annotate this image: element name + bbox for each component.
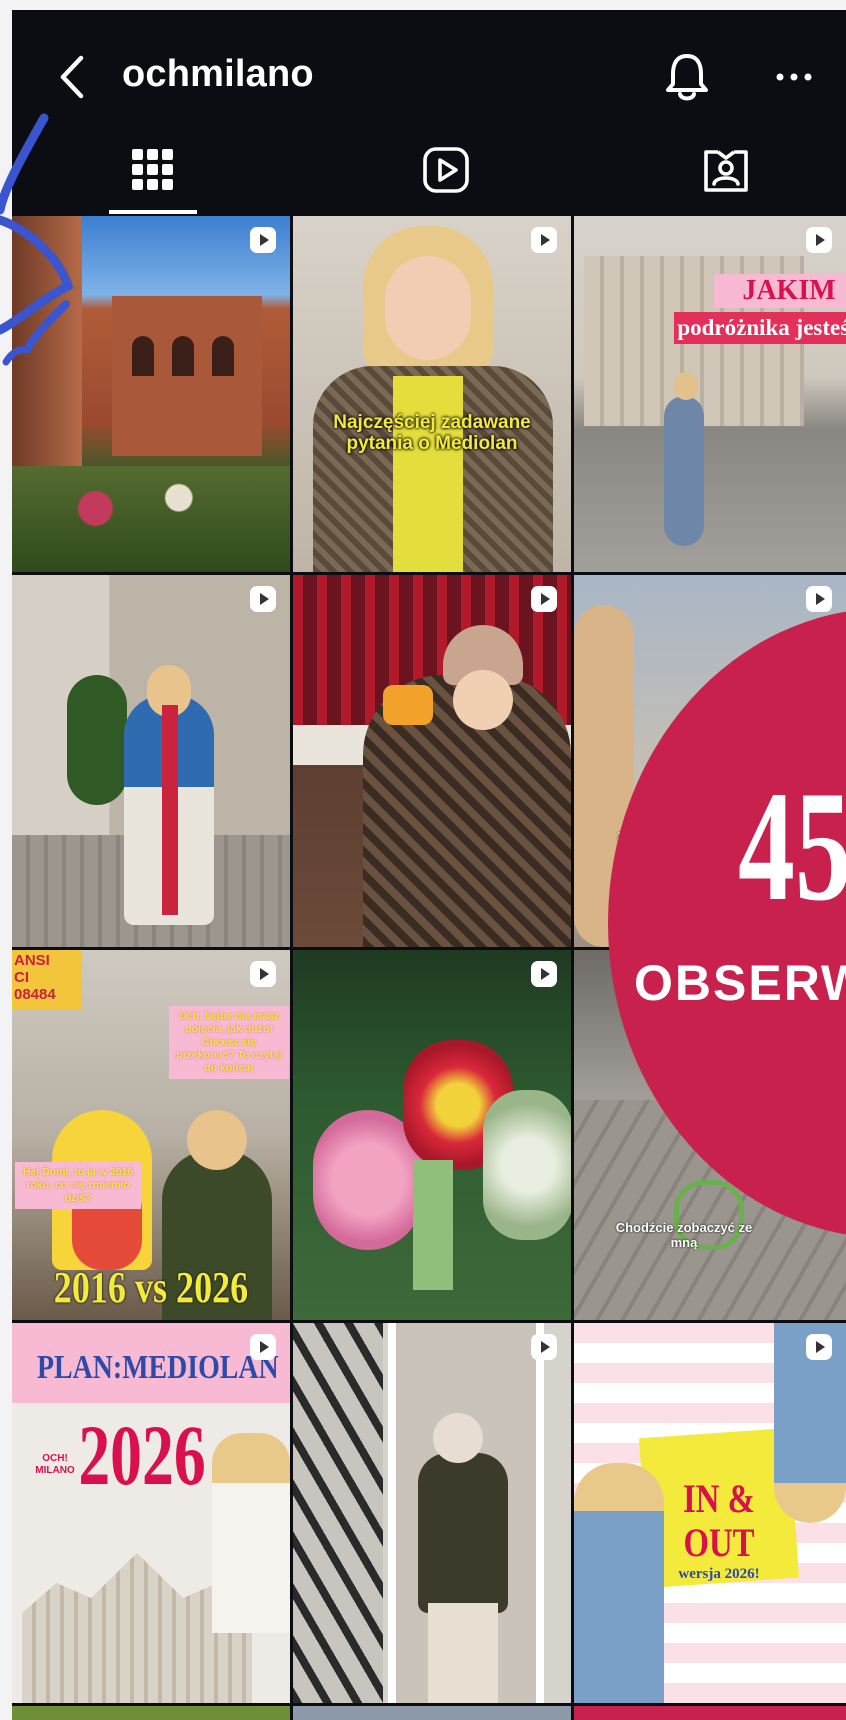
bell-icon: [666, 54, 708, 101]
post-caption-line-1: JAKIM TYPEM: [714, 274, 846, 340]
post-caption-line-1: IN &: [683, 1476, 755, 1521]
post-tile-next-row[interactable]: [293, 1706, 571, 1720]
follower-count: 45: [738, 759, 846, 934]
reel-play-icon: [250, 1334, 276, 1360]
text-note: Hej Domi, to ja w 2016 roku, co się zmie…: [15, 1162, 141, 1209]
scribble-decoration-icon: [0, 113, 74, 366]
post-tile-next-row[interactable]: [12, 1706, 290, 1720]
post-caption: Chodźcie zobaczyć ze mną: [615, 1220, 753, 1250]
tab-tagged[interactable]: [682, 126, 770, 214]
post-tile-next-row[interactable]: [574, 1706, 846, 1720]
post-caption-line-2: podróżnika jesteś?: [674, 312, 846, 344]
reel-play-icon: [531, 586, 557, 612]
reel-play-icon: [806, 1334, 832, 1360]
reel-play-icon: [250, 227, 276, 253]
post-tile-2016-vs-2026[interactable]: ANSI CI 08484 Och, bejbe nie masz pojęci…: [12, 950, 290, 1320]
sign-text-3: 08484: [14, 986, 56, 1003]
profile-tabs: [12, 126, 846, 214]
reels-icon: [423, 147, 469, 193]
more-horizontal-icon: [776, 73, 812, 81]
text-note: Och, bejbe nie masz pojęcia, jak dużo! C…: [169, 1006, 289, 1079]
post-caption-line-2: 2026: [78, 1407, 206, 1503]
more-options-button[interactable]: [772, 62, 816, 92]
tab-posts[interactable]: [109, 126, 197, 214]
post-caption: Najczęściej zadawane pytania o Mediolan: [333, 412, 531, 454]
tagged-icon: [704, 150, 748, 192]
chevron-left-icon: [60, 55, 84, 99]
top-bar: ochmilano: [12, 10, 846, 126]
reel-play-icon: [250, 586, 276, 612]
reel-play-icon: [806, 586, 832, 612]
sign-text-1: ANSI: [14, 952, 50, 969]
reel-play-icon: [806, 227, 832, 253]
reel-play-icon: [531, 961, 557, 987]
post-tile-traveler-type[interactable]: JAKIM TYPEM podróżnika jesteś?: [574, 216, 846, 572]
reel-play-icon: [250, 961, 276, 987]
follower-label: OBSERW: [634, 955, 846, 1011]
post-caption-line-1: PLAN:MEDIOLAN: [37, 1349, 279, 1386]
profile-username: ochmilano: [122, 53, 314, 95]
grid-icon: [132, 149, 173, 190]
notifications-button[interactable]: [664, 52, 710, 104]
back-button[interactable]: [52, 52, 92, 102]
sign-text-2: CI: [14, 969, 29, 986]
post-tile-mirror-selfie[interactable]: [293, 1323, 571, 1703]
post-tile-in-and-out[interactable]: IN & OUT wersja 2026!: [574, 1323, 846, 1703]
post-caption-line-2: OUT: [683, 1520, 755, 1565]
post-tile-flowers[interactable]: [293, 950, 571, 1320]
reel-play-icon: [531, 227, 557, 253]
brand-logo: OCH! MILANO: [35, 1453, 75, 1476]
post-caption-line-3: wersja 2026!: [678, 1566, 760, 1582]
post-tile-faq[interactable]: Najczęściej zadawane pytania o Mediolan: [293, 216, 571, 572]
post-tile-aperitivo[interactable]: [293, 575, 571, 947]
post-tile-street-outfit[interactable]: [12, 575, 290, 947]
reel-play-icon: [531, 1334, 557, 1360]
profile-screen: ochmilano Najczęściej zadawane pytania o…: [12, 10, 846, 1720]
active-tab-indicator: [109, 210, 197, 214]
tab-reels[interactable]: [402, 126, 490, 214]
post-caption: 2016 vs 2026: [53, 1263, 249, 1312]
post-tile-plan-mediolan[interactable]: PLAN:MEDIOLAN 2026 OCH! MILANO: [12, 1323, 290, 1703]
